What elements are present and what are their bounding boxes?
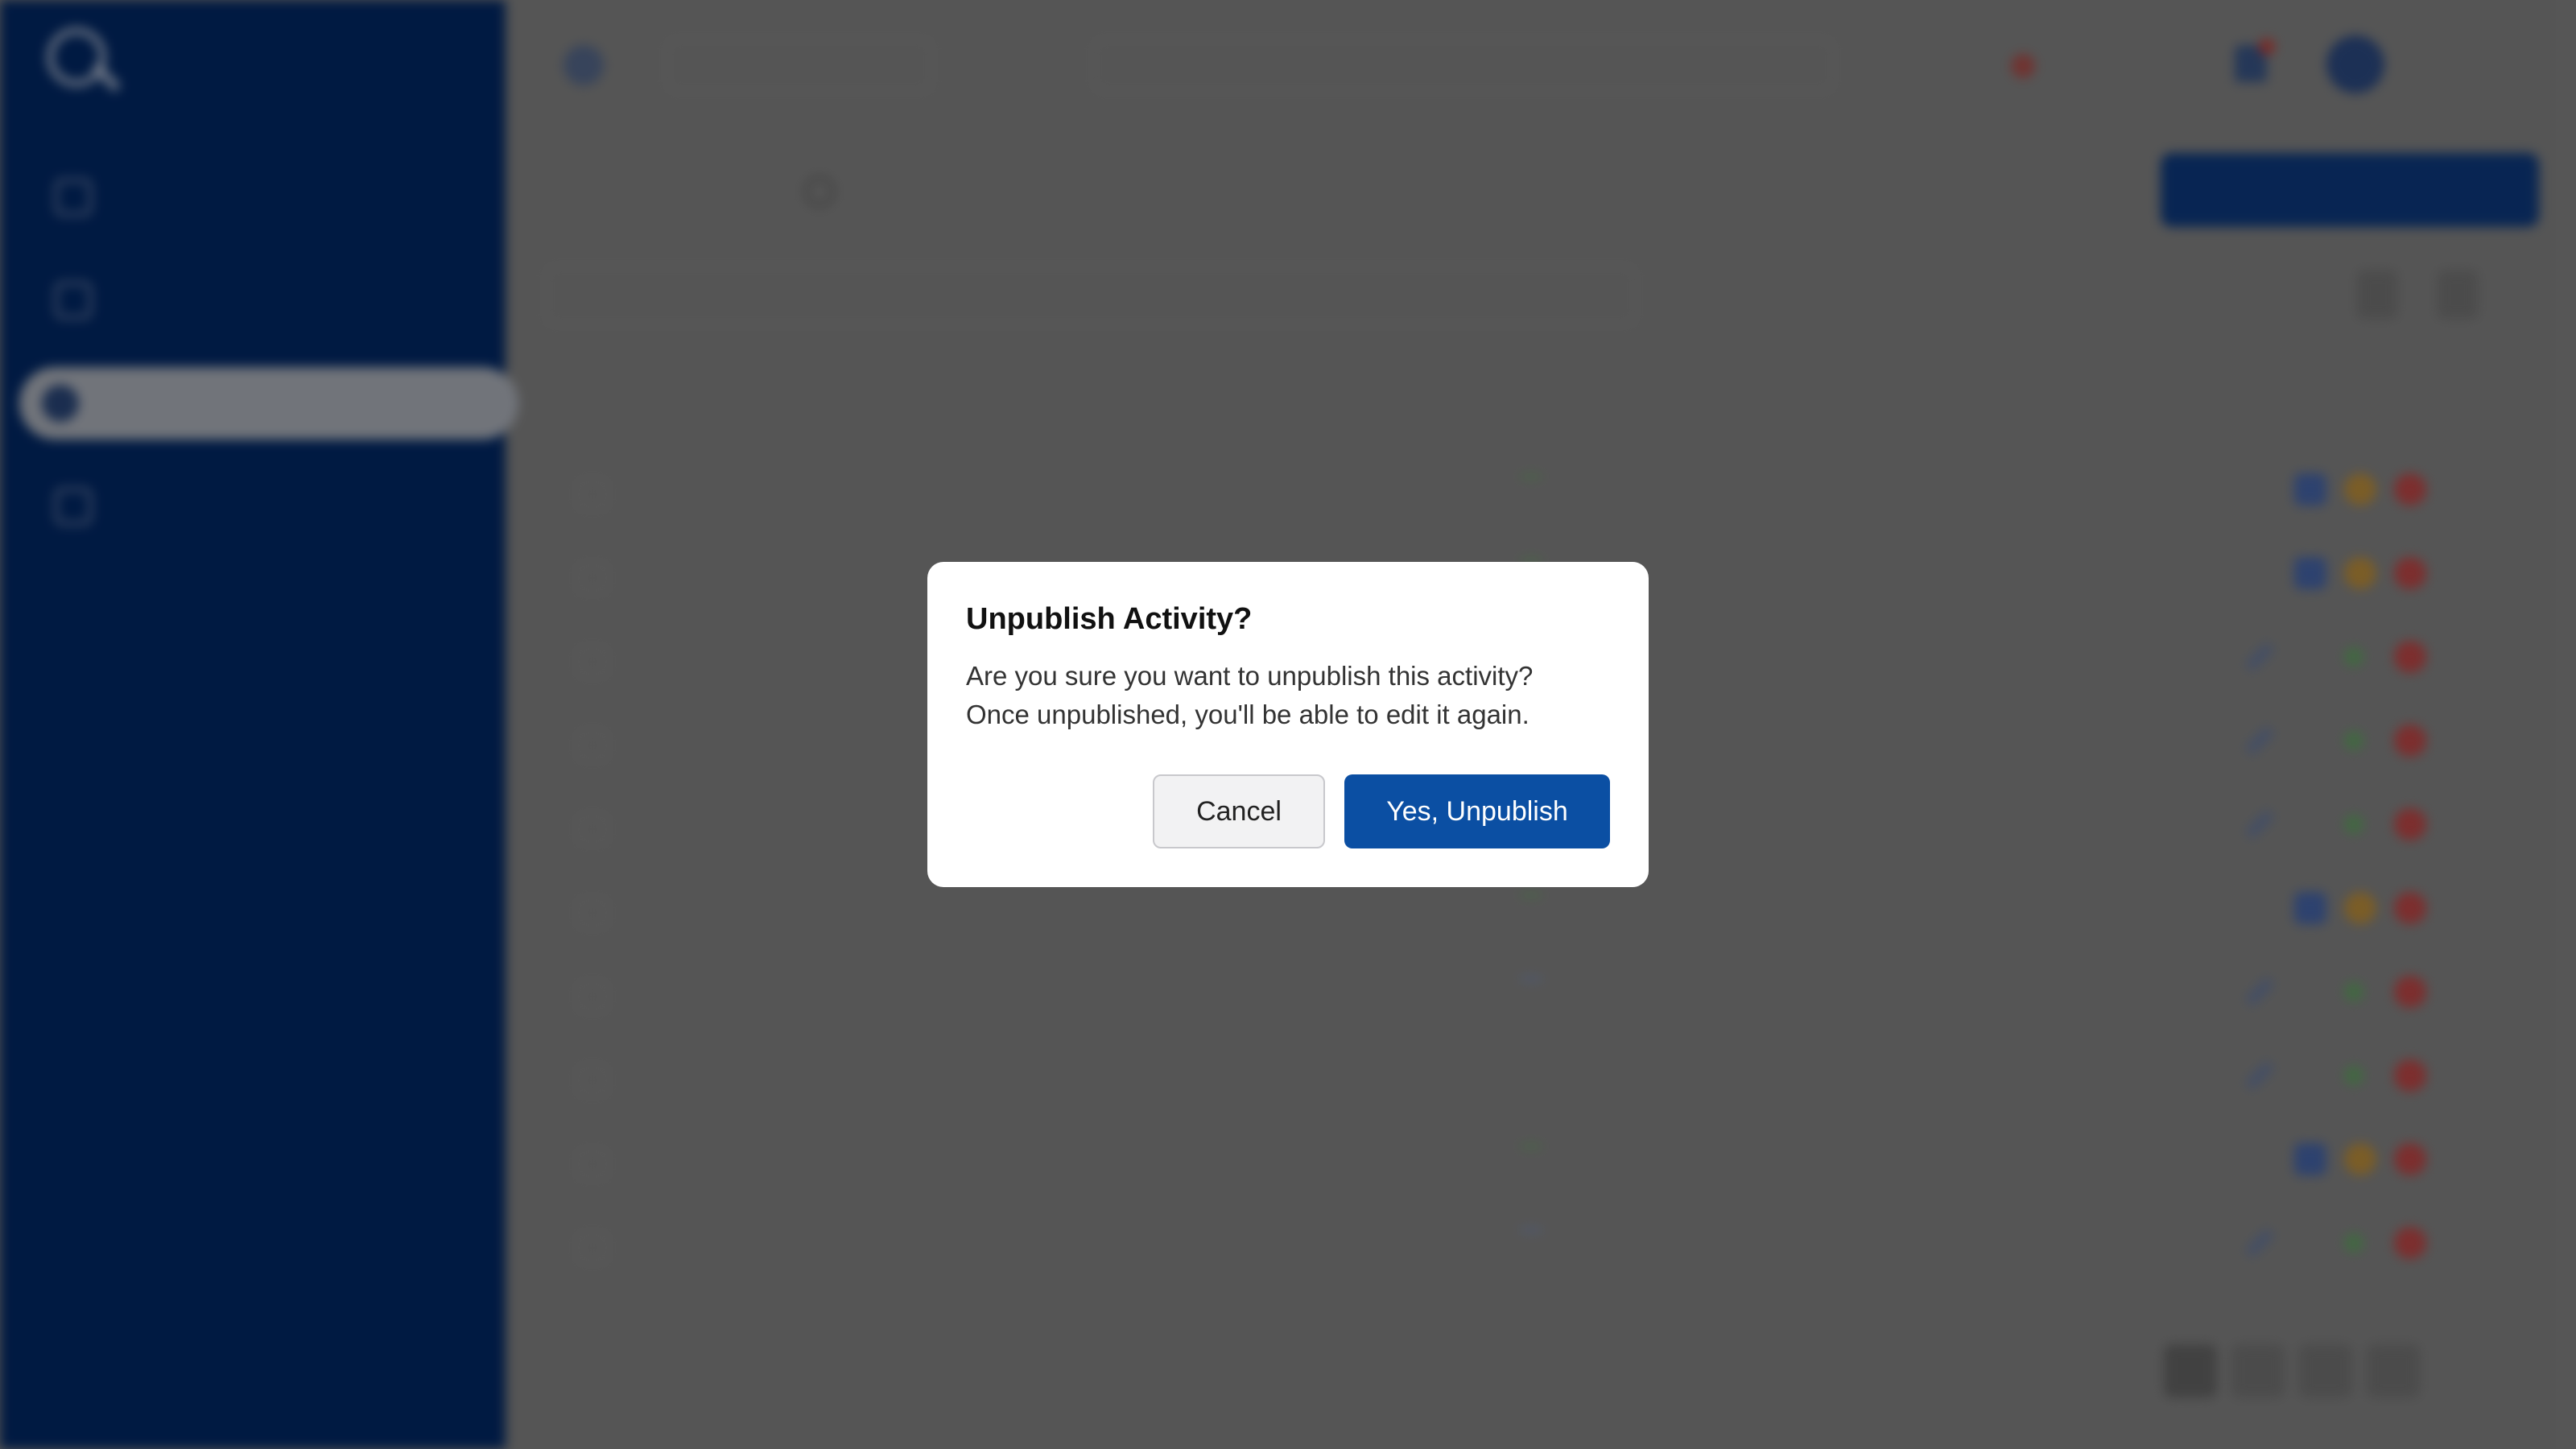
dialog-title: Unpublish Activity? xyxy=(966,602,1253,636)
confirm-unpublish-button[interactable]: Yes, Unpublish xyxy=(1344,774,1610,848)
dialog-message: Are you sure you want to unpublish this … xyxy=(966,657,1618,734)
dialog-message-line-2: Once unpublished, you'll be able to edit… xyxy=(966,700,1530,729)
dialog-message-line-1: Are you sure you want to unpublish this … xyxy=(966,661,1534,691)
unpublish-confirm-dialog: Unpublish Activity? Are you sure you wan… xyxy=(927,562,1649,887)
cancel-button[interactable]: Cancel xyxy=(1153,774,1325,848)
